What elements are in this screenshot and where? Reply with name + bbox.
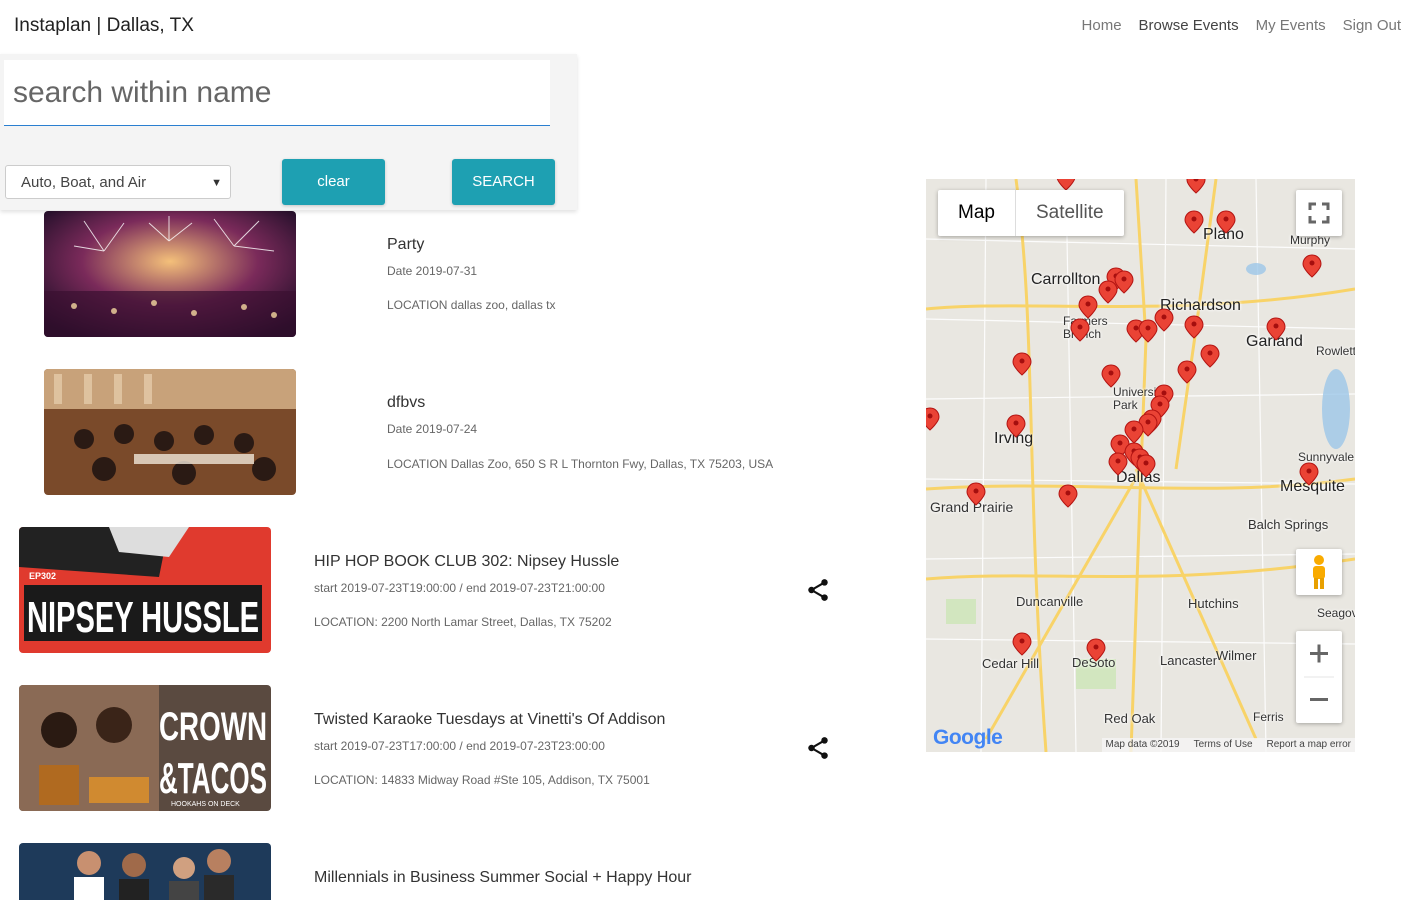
map-data-credit: Map data ©2019 [1105, 739, 1180, 750]
map-label-city: Balch Springs [1248, 517, 1329, 532]
event-location: LOCATION: 14833 Midway Road #Ste 105, Ad… [314, 773, 650, 787]
event-title[interactable]: Millennials in Business Summer Social + … [314, 869, 692, 887]
map-label-city: Farmers Branch [1063, 314, 1108, 341]
map-footer: Map data ©2019 Terms of Use Report a map… [1101, 738, 1355, 752]
share-icon[interactable] [805, 577, 831, 603]
map-label-city: Dallas [1116, 469, 1161, 486]
map-label-city: Ferris [1253, 710, 1284, 724]
map-label-city: Garland [1246, 333, 1303, 350]
map-label-city: University Park [1113, 385, 1166, 412]
caret-down-icon: ▼ [211, 177, 222, 189]
event-date: start 2019-07-23T19:00:00 / end 2019-07-… [314, 581, 605, 595]
event-image-party[interactable] [44, 211, 296, 337]
map-label-city: Seagoville [1317, 606, 1355, 620]
map-label-city: Grand Prairie [930, 499, 1014, 515]
map-label-city: Richardson [1160, 297, 1241, 314]
map-type-map[interactable]: Map [938, 190, 1016, 236]
map-label-city: Hutchins [1188, 596, 1239, 611]
event-date: Date 2019-07-24 [387, 422, 478, 436]
search-input[interactable] [4, 60, 550, 126]
map-label-city: Carrollton [1031, 271, 1101, 288]
zoom-out-button[interactable] [1296, 677, 1342, 723]
map-label-city: Irving [994, 430, 1034, 447]
event-image-crown-tacos[interactable]: CROWN &TACOS HOOKAHS ON DECK [19, 685, 271, 811]
event-title[interactable]: dfbvs [387, 394, 425, 412]
image-text: NIPSEY HUSSLE [27, 593, 259, 642]
pegman-icon [1313, 555, 1325, 589]
event-title[interactable]: HIP HOP BOOK CLUB 302: Nipsey Hussle [314, 553, 619, 571]
nav-home[interactable]: Home [1082, 17, 1122, 34]
map-type-toggle: Map Satellite [938, 190, 1124, 236]
event-date: start 2019-07-23T17:00:00 / end 2019-07-… [314, 739, 605, 753]
event-location: LOCATION Dallas Zoo, 650 S R L Thornton … [387, 457, 774, 471]
event-title[interactable]: Twisted Karaoke Tuesdays at Vinetti's Of… [314, 711, 665, 729]
search-button[interactable]: SEARCH [452, 159, 555, 205]
fullscreen-icon [1308, 202, 1330, 224]
category-select-value: Auto, Boat, and Air [21, 174, 147, 191]
map-type-satellite[interactable]: Satellite [1016, 190, 1124, 236]
search-panel: Auto, Boat, and Air ▼ clear SEARCH [0, 54, 577, 210]
zoom-control [1296, 631, 1342, 723]
map[interactable]: Plano Murphy Carrollton Richardson Farme… [926, 179, 1355, 752]
google-logo: Google [933, 726, 1003, 749]
fullscreen-button[interactable] [1296, 190, 1342, 236]
event-image-nipsey[interactable]: EP302 NIPSEY HUSSLE [19, 527, 271, 653]
event-image-millennials[interactable] [19, 843, 271, 900]
map-label-city: Mesquite [1280, 478, 1345, 495]
event-date: Date 2019-07-31 [387, 264, 478, 278]
nav-my-events[interactable]: My Events [1256, 17, 1326, 34]
category-select[interactable]: Auto, Boat, and Air ▼ [5, 165, 231, 199]
event-location: LOCATION dallas zoo, dallas tx [387, 298, 556, 312]
event-location: LOCATION: 2200 North Lamar Street, Dalla… [314, 615, 612, 629]
nav-sign-out[interactable]: Sign Out [1343, 17, 1401, 34]
map-label-city: Sunnyvale [1298, 450, 1355, 464]
map-label-city: Cedar Hill [982, 656, 1040, 671]
share-icon[interactable] [805, 735, 831, 761]
zoom-in-button[interactable] [1296, 631, 1342, 677]
map-label-city: Red Oak [1104, 711, 1156, 726]
event-image-dfbvs[interactable] [44, 369, 296, 495]
map-label-city: DeSoto [1072, 655, 1116, 670]
map-label-city: Wilmer [1216, 648, 1257, 663]
map-report-error-link[interactable]: Report a map error [1267, 738, 1351, 752]
nav-browse-events[interactable]: Browse Events [1139, 17, 1239, 34]
map-terms-link[interactable]: Terms of Use [1194, 738, 1253, 752]
street-view-pegman[interactable] [1296, 549, 1342, 595]
map-label-city: Lancaster [1160, 653, 1218, 668]
image-badge: EP302 [29, 571, 56, 581]
map-label-city: Plano [1203, 226, 1244, 243]
image-text-crown: CROWN [159, 705, 267, 749]
image-text-tacos: &TACOS [159, 754, 267, 803]
image-subtext: HOOKAHS ON DECK [171, 801, 240, 808]
brand-title[interactable]: Instaplan | Dallas, TX [14, 15, 194, 37]
top-nav: Home Browse Events My Events Sign Out [1082, 17, 1401, 34]
clear-button[interactable]: clear [282, 159, 385, 205]
map-label-city: Rowlett [1316, 344, 1355, 358]
map-label-city: Duncanville [1016, 594, 1084, 609]
event-title[interactable]: Party [387, 236, 424, 254]
